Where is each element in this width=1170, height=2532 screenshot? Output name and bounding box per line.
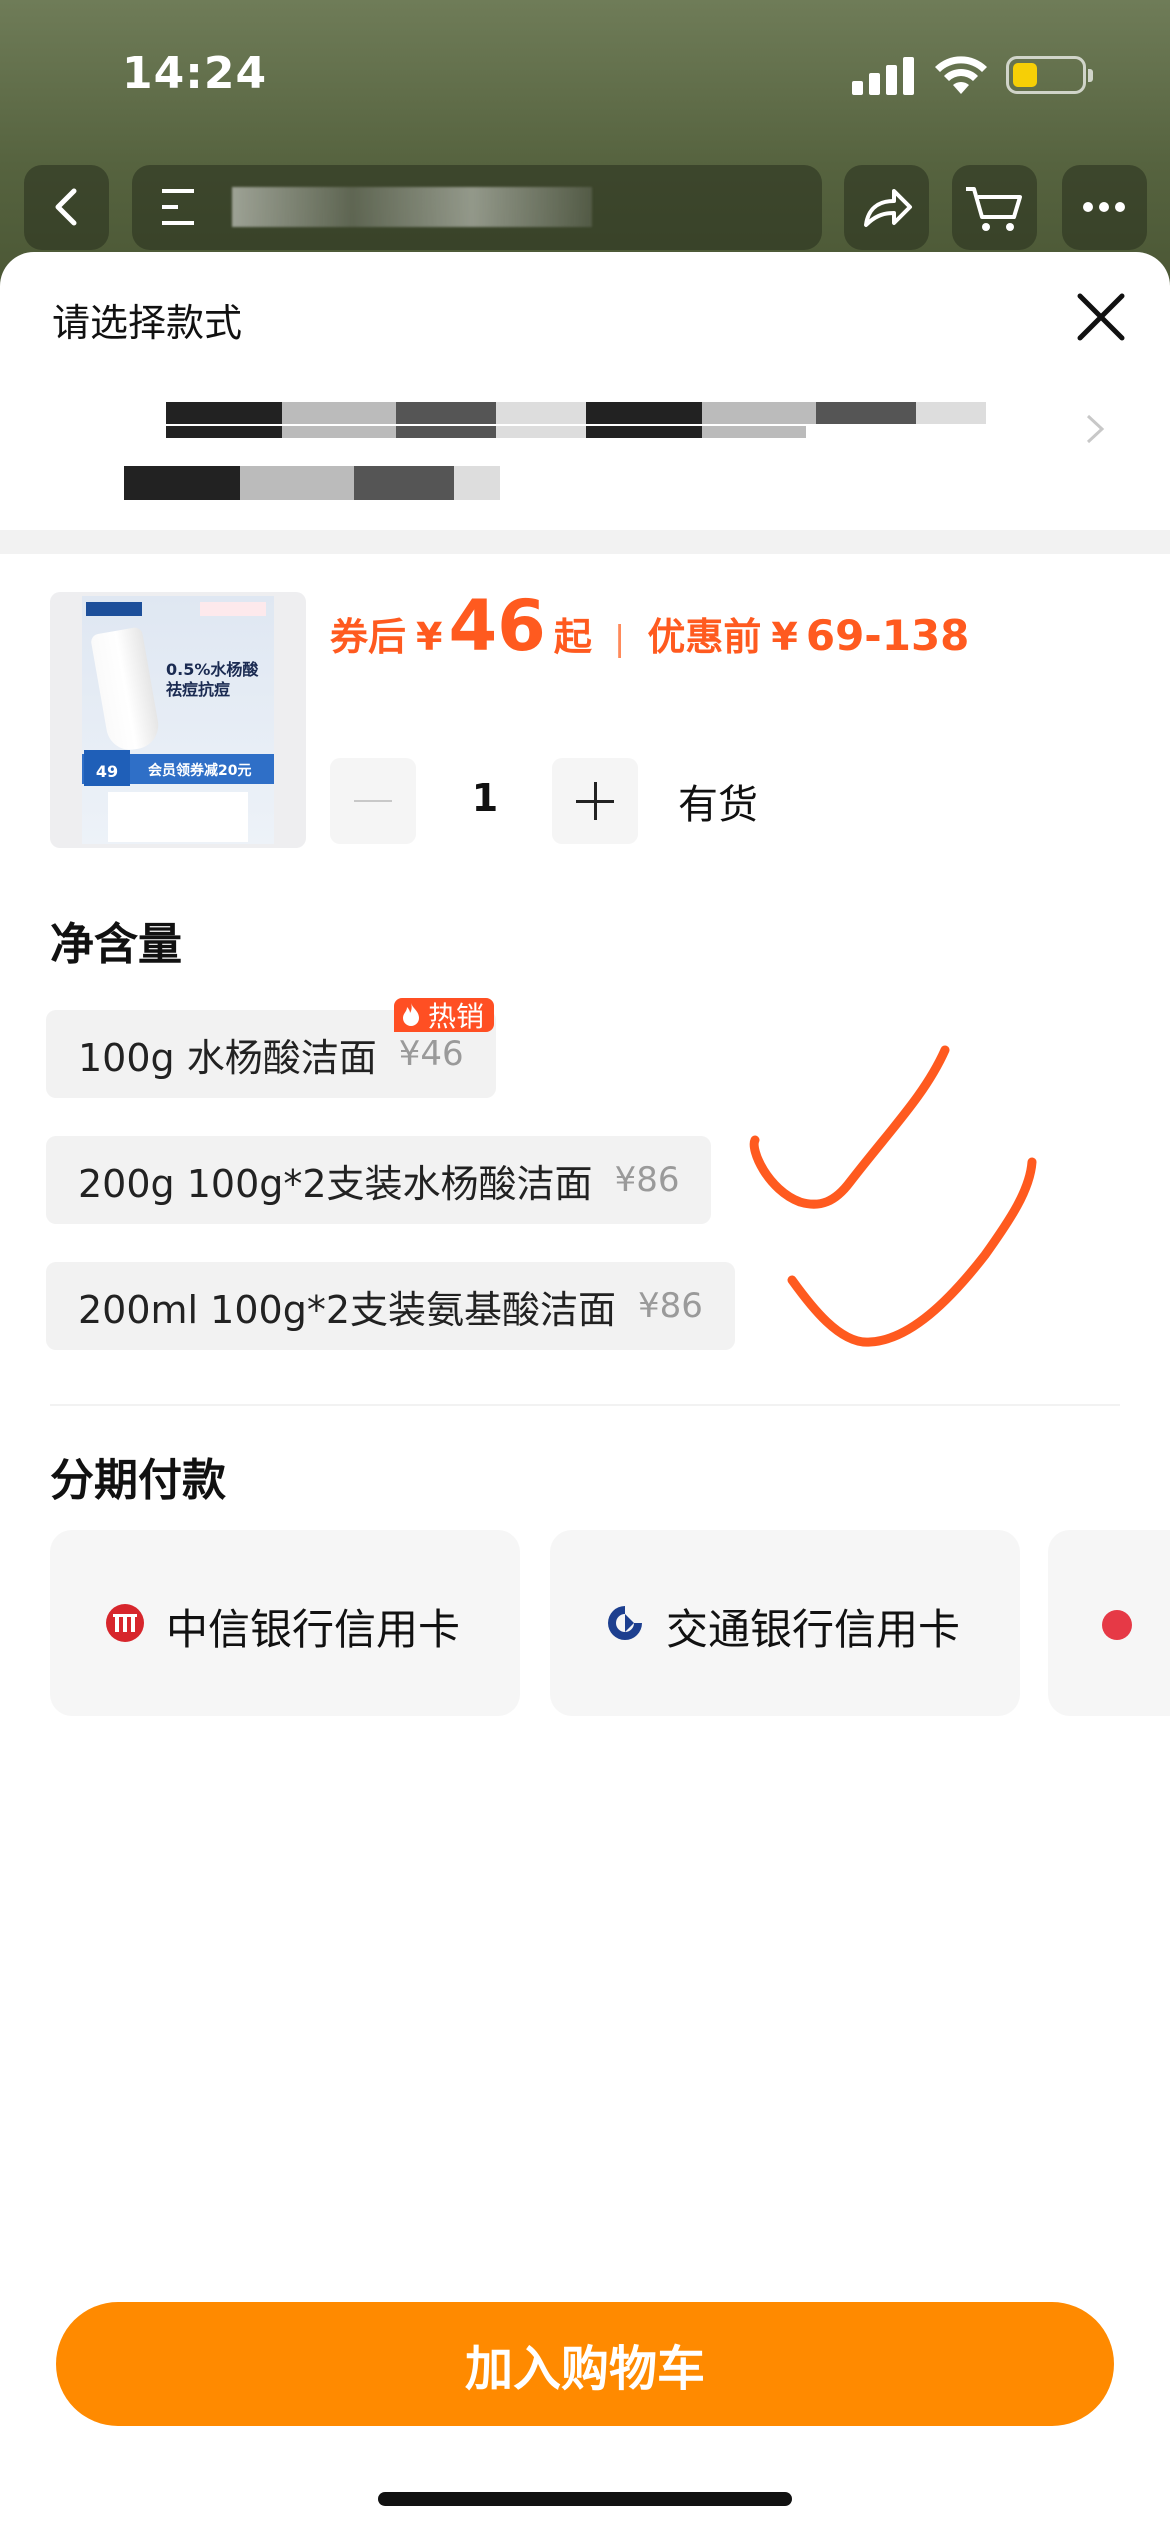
thumbnail-gift-area — [108, 792, 248, 842]
redacted-address-line — [124, 488, 500, 500]
wifi-icon — [935, 56, 987, 94]
sheet-title: 请选择款式 — [52, 301, 243, 345]
quantity-value: 1 — [471, 776, 499, 820]
battery-icon — [1006, 56, 1093, 94]
share-button[interactable] — [844, 165, 929, 250]
spec-section-title: 净含量 — [50, 919, 182, 970]
promo-tag — [200, 602, 266, 616]
chevron-right-icon — [1086, 414, 1105, 444]
installment-option-partial[interactable] — [1048, 1530, 1170, 1716]
more-button[interactable] — [1062, 165, 1147, 250]
price-separator: | — [613, 619, 626, 659]
spec-option-price: ¥86 — [638, 1286, 703, 1326]
address-selector[interactable] — [0, 382, 1170, 522]
add-to-cart-button[interactable]: 加入购物车 — [56, 2302, 1114, 2426]
bocom-logo-icon — [608, 1606, 642, 1640]
spec-option-name: 200ml 100g*2支装氨基酸洁面 — [78, 1287, 617, 1332]
currency-symbol: ¥ — [416, 615, 443, 659]
bank-label: 交通银行信用卡 — [666, 1605, 961, 1654]
price-suffix: 起 — [553, 615, 592, 659]
spec-option-price: ¥86 — [614, 1160, 680, 1200]
quantity-decrease-button[interactable] — [330, 758, 416, 844]
back-button[interactable] — [24, 165, 109, 250]
spec-option-name: 200g 100g*2支装水杨酸洁面 — [78, 1161, 593, 1206]
price-label: 券后 — [330, 615, 407, 659]
bank-label: 中信银行信用卡 — [166, 1605, 461, 1654]
currency-symbol: ¥ — [771, 615, 798, 659]
installment-option-citic[interactable]: 中信银行信用卡 — [50, 1530, 520, 1716]
close-icon[interactable] — [1072, 288, 1130, 346]
product-thumbnail[interactable]: 0.5%水杨酸 祛痘抗痘 会员领券减20元 49 — [50, 592, 306, 848]
hot-badge-text: 热销 — [428, 1000, 485, 1033]
search-bar[interactable] — [132, 165, 822, 250]
cart-button[interactable] — [952, 165, 1037, 250]
menu-icon — [162, 189, 194, 225]
product-image: 0.5%水杨酸 祛痘抗痘 会员领券减20元 49 — [82, 596, 274, 844]
spec-option-price: ¥46 — [398, 1034, 464, 1074]
product-tube-image — [89, 626, 163, 754]
battery-level — [1013, 63, 1037, 87]
spec-option[interactable]: 200ml 100g*2支装氨基酸洁面 ¥86 — [46, 1262, 735, 1350]
more-icon — [1083, 202, 1125, 212]
bank-logo-icon — [1102, 1610, 1132, 1640]
flame-icon — [403, 1003, 419, 1026]
spec-option[interactable]: 200g 100g*2支装水杨酸洁面 ¥86 — [46, 1136, 712, 1224]
section-divider — [0, 530, 1170, 554]
stock-status: 有货 — [678, 782, 758, 828]
cart-icon — [966, 187, 1022, 231]
redacted-address-line — [166, 426, 806, 438]
home-indicator — [378, 2492, 792, 2506]
redacted-address-line — [124, 466, 500, 488]
quantity-increase-button[interactable] — [552, 758, 638, 844]
status-bar: 14:24 — [0, 0, 1170, 150]
signal-icon — [852, 55, 914, 95]
redacted-search-text — [232, 187, 592, 227]
section-divider — [50, 1404, 1120, 1406]
handwritten-checkmark-annotation — [749, 1045, 1037, 1347]
citic-logo-icon — [106, 1604, 144, 1642]
brand-logo — [86, 602, 142, 616]
thumbnail-price-badge: 49 — [84, 750, 130, 786]
back-icon — [55, 188, 77, 226]
price-after-coupon: 46 — [448, 585, 546, 667]
status-time: 14:24 — [122, 48, 268, 99]
installment-option-bocom[interactable]: 交通银行信用卡 — [550, 1530, 1020, 1716]
spec-option-name: 100g 水杨酸洁面 — [78, 1035, 377, 1080]
nav-bar — [0, 165, 1170, 250]
original-price-label: 优惠前 — [647, 615, 762, 659]
share-icon — [864, 189, 912, 227]
hot-sale-badge: 热销 — [394, 998, 495, 1033]
thumbnail-text: 0.5%水杨酸 祛痘抗痘 — [166, 660, 259, 699]
redacted-address-line — [166, 402, 986, 424]
original-price-range: 69-138 — [805, 611, 970, 660]
price-line: 券后 ¥ 46 起 | 优惠前 ¥ 69-138 — [330, 585, 969, 675]
installment-section-title: 分期付款 — [50, 1455, 226, 1506]
